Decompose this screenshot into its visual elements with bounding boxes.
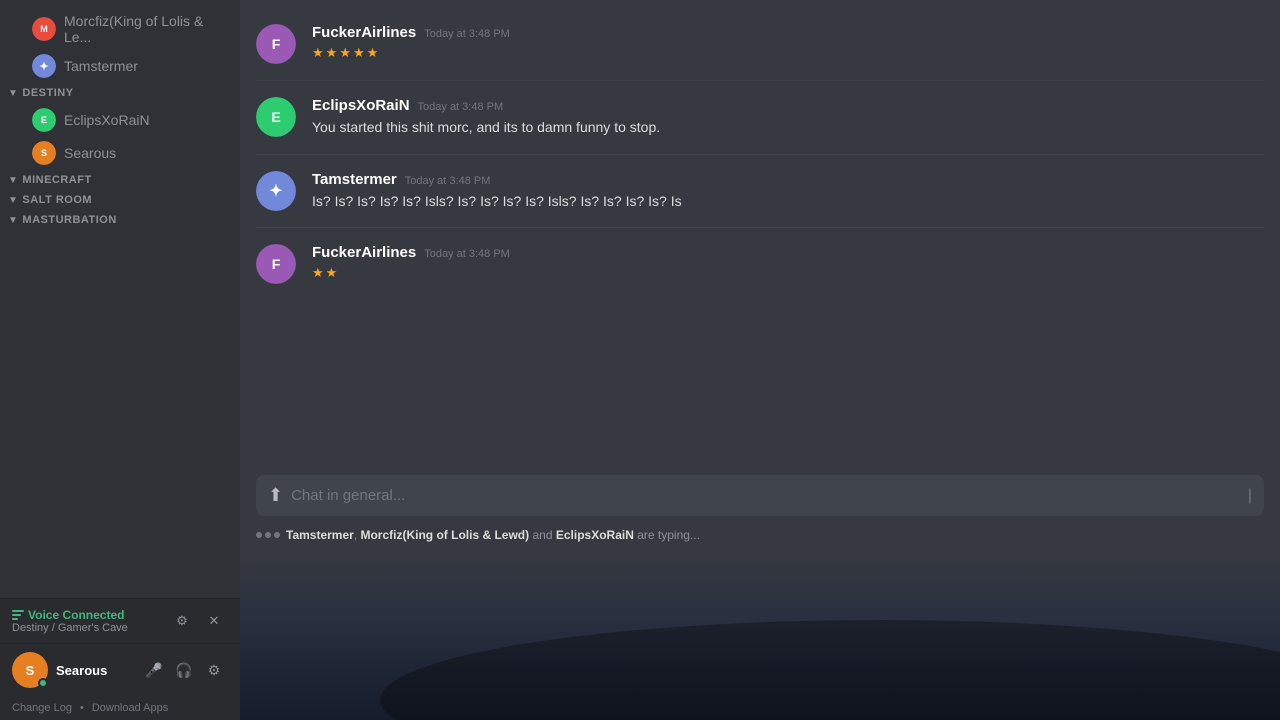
message-body: FuckerAirlines Today at 3:48 PM ★ ★ <box>312 244 1264 284</box>
deafen-button[interactable]: 🎧 <box>170 656 198 684</box>
divider <box>256 154 1264 155</box>
category-destiny[interactable]: ▼ Destiny <box>0 83 240 103</box>
voice-location: Destiny / Gamer's Cave <box>12 622 128 634</box>
voice-icons: ⚙ ✕ <box>168 607 228 635</box>
user-panel: S Searous 🎤 🎧 ⚙ <box>0 643 240 696</box>
table-row: F FuckerAirlines Today at 3:48 PM ★ ★ ★ … <box>256 16 1264 72</box>
footer-separator: • <box>80 702 84 714</box>
upload-icon[interactable]: ⬆ <box>268 485 283 506</box>
category-minecraft[interactable]: ▼ Minecraft <box>0 170 240 190</box>
table-row: E EclipsXoRaiN Today at 3:48 PM You star… <box>256 89 1264 146</box>
user-controls: 🎤 🎧 ⚙ <box>140 656 228 684</box>
voice-disconnect-button[interactable]: ✕ <box>200 607 228 635</box>
voice-connected-label: Voice Connected <box>12 608 128 622</box>
messages-area[interactable]: F FuckerAirlines Today at 3:48 PM ★ ★ ★ … <box>240 0 1280 467</box>
message-timestamp: Today at 3:48 PM <box>424 28 510 40</box>
divider <box>256 80 1264 81</box>
discord-icon: ✦ <box>261 176 291 206</box>
table-row: F FuckerAirlines Today at 3:48 PM ★ ★ <box>256 236 1264 292</box>
chat-input-wrapper: ⬆ | <box>256 475 1264 516</box>
chevron-masturbation: ▼ <box>8 215 18 226</box>
sidebar-item-morcfiz[interactable]: M Morcfiz(King of Lolis & Le... <box>8 9 232 49</box>
message-body: FuckerAirlines Today at 3:48 PM ★ ★ ★ ★ … <box>312 24 1264 64</box>
background-overlay <box>240 550 1280 720</box>
star-row: ★ ★ ★ ★ ★ <box>312 45 1264 61</box>
message-header: Tamstermer Today at 3:48 PM <box>312 171 1264 188</box>
star-row: ★ ★ <box>312 265 1264 281</box>
user-name: Searous <box>56 663 132 678</box>
sidebar-item-tamstermer[interactable]: ✦ Tamstermer <box>8 50 232 82</box>
message-content: Is? Is? Is? Is? Is? Isls? Is? Is? Is? Is… <box>312 192 1264 212</box>
typing-text: Tamstermer, Morcfiz(King of Lolis & Lewd… <box>286 528 700 542</box>
channel-list: M Morcfiz(King of Lolis & Le... ✦ Tamste… <box>0 0 240 598</box>
message-author: FuckerAirlines <box>312 244 416 261</box>
typing-dots <box>256 532 280 538</box>
download-apps-link[interactable]: Download Apps <box>92 702 168 714</box>
message-author: EclipsXoRaiN <box>312 97 410 114</box>
typing-indicator: Tamstermer, Morcfiz(King of Lolis & Lewd… <box>240 524 1280 550</box>
changelog-link[interactable]: Change Log <box>12 702 72 714</box>
chevron-salt-room: ▼ <box>8 195 18 206</box>
message-body: Tamstermer Today at 3:48 PM Is? Is? Is? … <box>312 171 1264 212</box>
voice-info: Voice Connected Destiny / Gamer's Cave <box>12 608 128 634</box>
message-header: FuckerAirlines Today at 3:48 PM <box>312 244 1264 261</box>
main-content: F FuckerAirlines Today at 3:48 PM ★ ★ ★ … <box>240 0 1280 720</box>
voice-settings-button[interactable]: ⚙ <box>168 607 196 635</box>
sidebar-item-eclipsxorain[interactable]: E EclipsXoRaiN <box>8 104 232 136</box>
typing-dot-1 <box>256 532 262 538</box>
avatar: F <box>256 244 296 284</box>
discord-logo: ✦ <box>32 54 56 78</box>
chat-input-area: ⬆ | <box>240 467 1280 524</box>
typing-user-1: Tamstermer <box>286 528 354 542</box>
divider <box>256 227 1264 228</box>
avatar: F <box>256 24 296 64</box>
message-header: FuckerAirlines Today at 3:48 PM <box>312 24 1264 41</box>
message-timestamp: Today at 3:48 PM <box>405 175 491 187</box>
typing-user-3: EclipsXoRaiN <box>556 528 634 542</box>
message-author: Tamstermer <box>312 171 397 188</box>
chevron-minecraft: ▼ <box>8 175 18 186</box>
avatar: E <box>256 97 296 137</box>
cursor-icon: | <box>1248 487 1252 505</box>
message-timestamp: Today at 3:48 PM <box>424 248 510 260</box>
mute-button[interactable]: 🎤 <box>140 656 168 684</box>
user-avatar: S <box>12 652 48 688</box>
message-body: EclipsXoRaiN Today at 3:48 PM You starte… <box>312 97 1264 138</box>
message-timestamp: Today at 3:48 PM <box>418 101 504 113</box>
chevron-destiny: ▼ <box>8 88 18 99</box>
typing-dot-2 <box>265 532 271 538</box>
typing-user-2: Morcfiz(King of Lolis & Lewd) <box>360 528 529 542</box>
typing-dot-3 <box>274 532 280 538</box>
table-row: ✦ Tamstermer Today at 3:48 PM Is? Is? Is… <box>256 163 1264 220</box>
avatar: ✦ <box>256 171 296 211</box>
category-salt-room[interactable]: ▼ salt room <box>0 190 240 210</box>
footer-links: Change Log • Download Apps <box>0 696 240 720</box>
message-content: You started this shit morc, and its to d… <box>312 118 1264 138</box>
message-author: FuckerAirlines <box>312 24 416 41</box>
chat-input[interactable] <box>291 479 1240 512</box>
sidebar: M Morcfiz(King of Lolis & Le... ✦ Tamste… <box>0 0 240 720</box>
user-settings-button[interactable]: ⚙ <box>200 656 228 684</box>
message-header: EclipsXoRaiN Today at 3:48 PM <box>312 97 1264 114</box>
category-masturbation[interactable]: ▼ Masturbation <box>0 210 240 230</box>
status-dot <box>38 678 48 688</box>
sidebar-item-searous[interactable]: S Searous <box>8 137 232 169</box>
voice-connected-bar: Voice Connected Destiny / Gamer's Cave ⚙… <box>0 598 240 643</box>
signal-bars-icon <box>12 610 24 620</box>
